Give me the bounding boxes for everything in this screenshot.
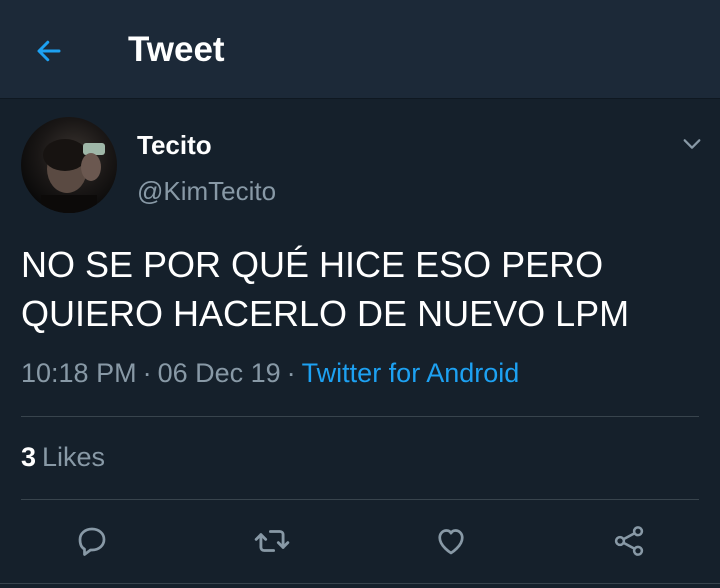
arrow-left-icon xyxy=(37,40,61,62)
top-app-bar: Tweet xyxy=(0,0,720,99)
meta-separator: · xyxy=(142,358,152,388)
chevron-down-icon xyxy=(683,139,701,149)
share-icon xyxy=(614,526,644,556)
avatar-image xyxy=(41,139,105,213)
tweet-text: NO SE POR QUÉ HICE ESO PERO QUIERO HACER… xyxy=(21,244,630,334)
author-handle[interactable]: @KimTecito xyxy=(137,176,276,207)
likes-label: Likes xyxy=(42,442,106,472)
share-button[interactable] xyxy=(609,521,649,561)
tweet-time: 10:18 PM xyxy=(21,358,137,388)
tweet-source-link[interactable]: Twitter for Android xyxy=(302,358,520,388)
avatar[interactable] xyxy=(21,117,117,213)
page-title: Tweet xyxy=(128,30,225,69)
meta-separator: · xyxy=(286,358,296,388)
likes-count: 3 xyxy=(21,442,37,472)
like-icon xyxy=(438,529,464,555)
divider xyxy=(21,499,699,500)
author-name[interactable]: Tecito xyxy=(137,130,212,161)
retweet-button[interactable] xyxy=(252,521,292,561)
retweet-icon xyxy=(254,530,290,552)
likes-link[interactable]: 3 Likes xyxy=(21,442,105,473)
divider xyxy=(0,583,720,584)
divider xyxy=(21,416,699,417)
tweet-menu-button[interactable] xyxy=(676,128,708,160)
tweet-date: 06 Dec 19 xyxy=(157,358,281,388)
reply-icon xyxy=(78,527,106,556)
tweet-metadata: 10:18 PM · 06 Dec 19 · Twitter for Android xyxy=(21,358,519,389)
like-button[interactable] xyxy=(431,521,471,561)
back-button[interactable] xyxy=(30,32,68,70)
reply-button[interactable] xyxy=(72,521,112,561)
